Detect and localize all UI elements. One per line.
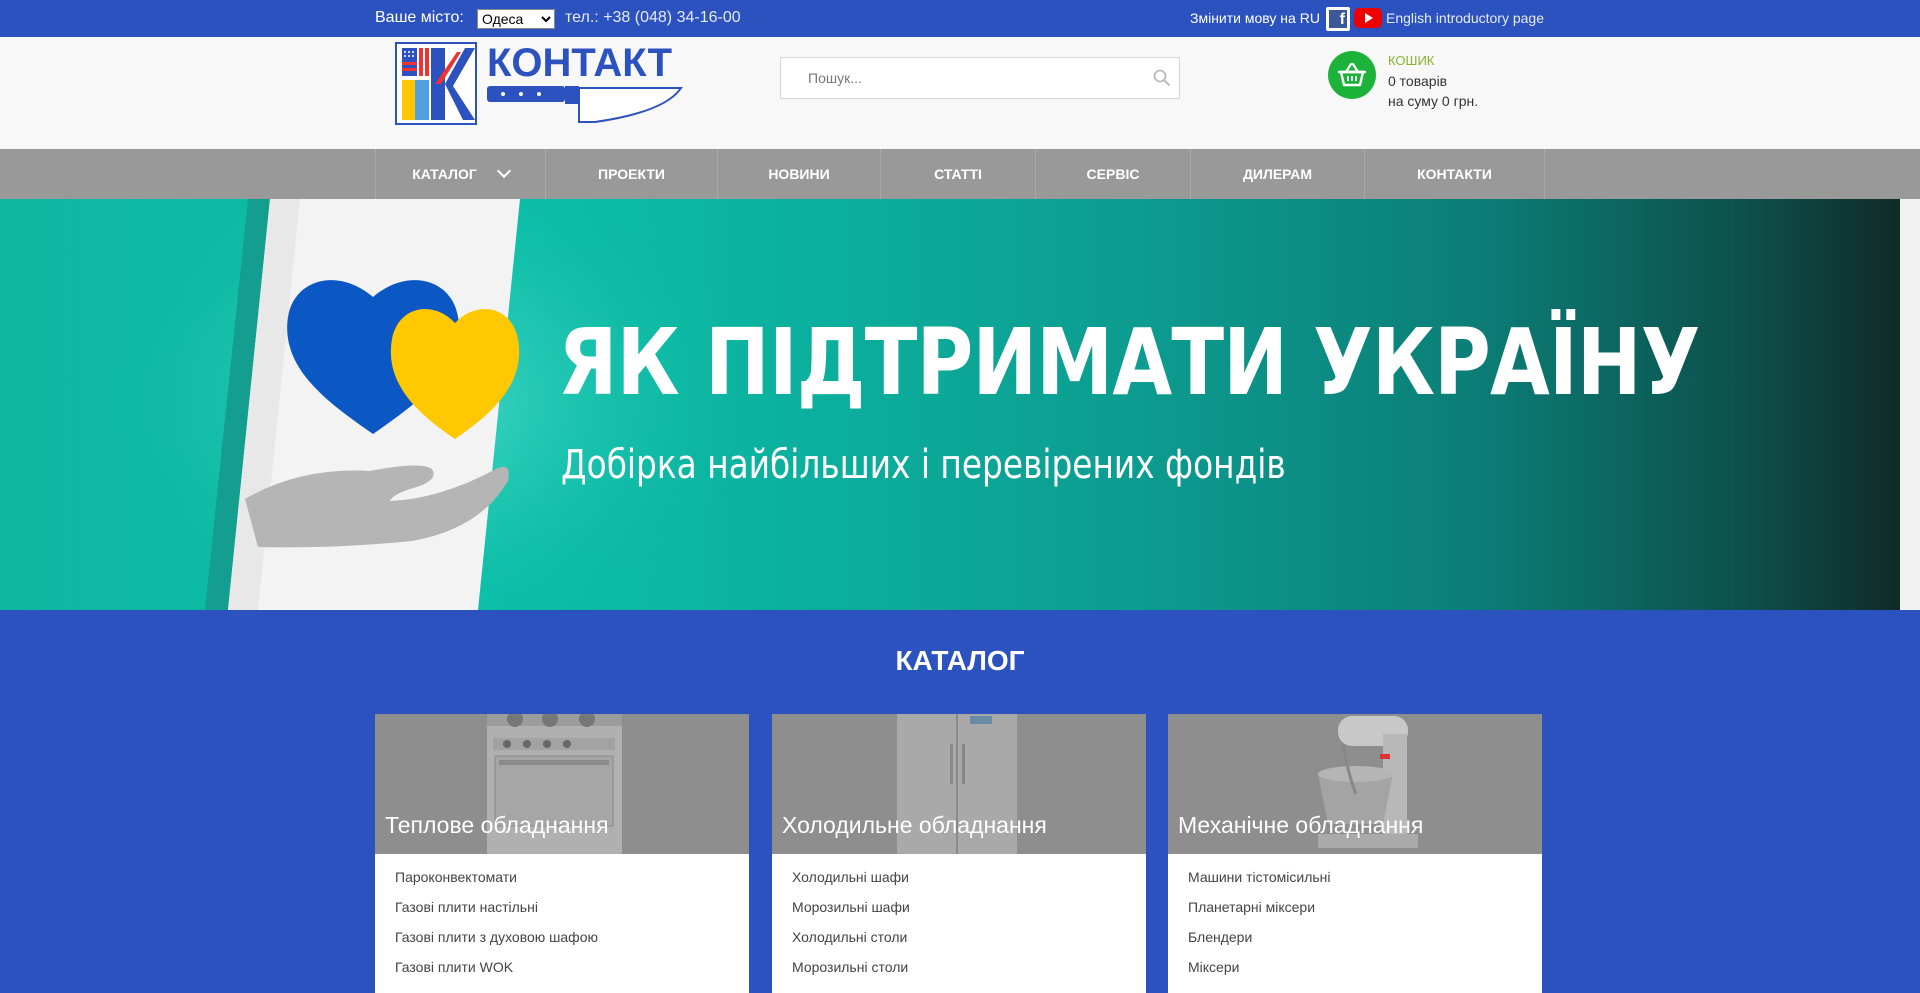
catalog-card-refrigeration[interactable]: Холодильне обладнання Холодильні шафи Мо… <box>772 714 1146 993</box>
header: КОНТАКТ КОШИК 0 товарів на суму 0 грн. <box>0 37 1920 149</box>
nav-item-label: ПРОЕКТИ <box>598 166 665 182</box>
card-title[interactable]: Теплове обладнання <box>385 812 609 839</box>
list-item[interactable]: Морозильні столи <box>792 959 910 989</box>
nav-item-catalog[interactable]: КАТАЛОГ <box>375 149 545 199</box>
nav-item-label: НОВИНИ <box>768 166 830 182</box>
cart-title[interactable]: КОШИК <box>1388 53 1434 68</box>
catalog-card-mechanical[interactable]: Механічне обладнання Машини тістомісильн… <box>1168 714 1542 993</box>
catalog-title: КАТАЛОГ <box>895 645 1025 676</box>
city-select[interactable]: Одеса <box>477 9 555 29</box>
youtube-icon[interactable] <box>1354 8 1382 28</box>
phone-number[interactable]: тел.: +38 (048) 34-16-00 <box>565 9 741 27</box>
list-item[interactable]: Міксери <box>1188 959 1331 989</box>
card-image[interactable]: Теплове обладнання <box>375 714 749 854</box>
list-item[interactable]: Холодильні шафи <box>792 869 910 899</box>
english-page-link[interactable]: English introductory page <box>1386 10 1544 26</box>
cart-sum: на суму 0 грн. <box>1388 93 1479 109</box>
list-item[interactable]: Холодильні столи <box>792 929 910 959</box>
nav-item-dealers[interactable]: ДИЛЕРАМ <box>1190 149 1364 199</box>
nav-item-service[interactable]: СЕРВІС <box>1035 149 1190 199</box>
cart-items-count: 0 товарів <box>1388 73 1448 89</box>
list-item[interactable]: Газові плити з духовою шафою <box>395 929 598 959</box>
nav-item-label: КОНТАКТИ <box>1417 166 1492 182</box>
nav-item-news[interactable]: НОВИНИ <box>717 149 880 199</box>
list-item[interactable]: Машини тістомісильні <box>1188 869 1331 899</box>
hero-banner[interactable]: ЯК ПІДТРИМАТИ УКРАЇНУ Добірка найбільших… <box>0 199 1900 610</box>
nav-item-label: КАТАЛОГ <box>412 166 477 182</box>
facebook-icon[interactable]: f <box>1326 7 1350 31</box>
catalog-card-thermal[interactable]: Теплове обладнання Пароконвектомати Газо… <box>375 714 749 993</box>
card-image[interactable]: Холодильне обладнання <box>772 714 1146 854</box>
main-nav: КАТАЛОГ ПРОЕКТИ НОВИНИ СТАТТІ СЕРВІС ДИЛ… <box>0 149 1920 199</box>
top-bar: Ваше місто: Одеса тел.: +38 (048) 34-16-… <box>0 0 1920 37</box>
card-list: Машини тістомісильні Планетарні міксери … <box>1188 869 1331 989</box>
card-list: Холодильні шафи Морозильні шафи Холодиль… <box>792 869 910 989</box>
list-item[interactable]: Газові плити WOK <box>395 959 598 989</box>
search-input[interactable] <box>781 58 1141 98</box>
card-title[interactable]: Холодильне обладнання <box>782 812 1047 839</box>
list-item[interactable]: Блендери <box>1188 929 1331 959</box>
nav-item-label: ДИЛЕРАМ <box>1242 166 1313 182</box>
language-switch-link[interactable]: Змінити мову на RU <box>1190 10 1320 26</box>
nav-item-label: СТАТТІ <box>934 166 982 182</box>
banner-title: ЯК ПІДТРИМАТИ УКРАЇНУ <box>558 309 1700 416</box>
nav-item-projects[interactable]: ПРОЕКТИ <box>545 149 717 199</box>
chevron-down-icon <box>496 163 511 179</box>
logo[interactable]: КОНТАКТ <box>395 42 687 128</box>
nav-item-contacts[interactable]: КОНТАКТИ <box>1364 149 1545 199</box>
list-item[interactable]: Газові плити настільні <box>395 899 598 929</box>
list-item[interactable]: Морозильні шафи <box>792 899 910 929</box>
card-image[interactable]: Механічне обладнання <box>1168 714 1542 854</box>
nav-item-articles[interactable]: СТАТТІ <box>880 149 1035 199</box>
nav-item-label: СЕРВІС <box>1086 166 1140 182</box>
cart-icon[interactable] <box>1328 51 1376 99</box>
banner-subtitle: Добірка найбільших і перевірених фондів <box>561 442 1286 488</box>
search-icon[interactable] <box>1153 69 1171 87</box>
list-item[interactable]: Пароконвектомати <box>395 869 598 899</box>
basket-icon <box>1337 62 1367 87</box>
card-list: Пароконвектомати Газові плити настільні … <box>395 869 598 989</box>
logo-text: КОНТАКТ <box>487 42 672 85</box>
card-title[interactable]: Механічне обладнання <box>1178 812 1423 839</box>
list-item[interactable]: Планетарні міксери <box>1188 899 1331 929</box>
scrollbar[interactable] <box>1900 199 1920 610</box>
search-box <box>780 57 1180 99</box>
city-label: Ваше місто: <box>375 9 464 26</box>
